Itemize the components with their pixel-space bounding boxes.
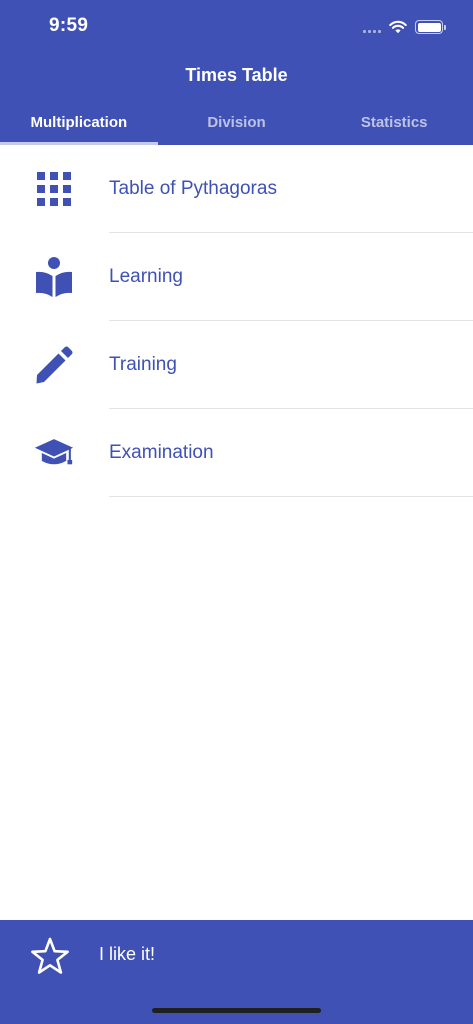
tab-division[interactable]: Division bbox=[158, 105, 316, 145]
star-outline-icon bbox=[31, 937, 69, 974]
reader-book-icon bbox=[34, 257, 74, 297]
menu-item-label: Training bbox=[109, 354, 177, 375]
divider bbox=[109, 496, 473, 497]
pencil-icon bbox=[34, 346, 74, 384]
menu-item-table-of-pythagoras[interactable]: Table of Pythagoras bbox=[0, 145, 473, 233]
tab-bar: Multiplication Division Statistics bbox=[0, 105, 473, 145]
tab-statistics[interactable]: Statistics bbox=[315, 105, 473, 145]
battery-icon bbox=[415, 20, 446, 34]
wifi-icon bbox=[389, 20, 407, 34]
status-icons bbox=[363, 17, 446, 37]
graduation-cap-icon bbox=[34, 435, 74, 471]
app-title: Times Table bbox=[185, 65, 288, 85]
like-it-label: I like it! bbox=[99, 944, 156, 964]
menu-item-label: Examination bbox=[109, 442, 214, 463]
menu-item-training[interactable]: Training bbox=[0, 321, 473, 409]
menu-item-learning[interactable]: Learning bbox=[0, 233, 473, 321]
status-bar: 9:59 bbox=[0, 0, 473, 54]
home-indicator[interactable] bbox=[152, 1008, 321, 1013]
menu-item-examination[interactable]: Examination bbox=[0, 409, 473, 497]
menu-list: Table of Pythagoras Learning Training Ex… bbox=[0, 145, 473, 497]
menu-item-label: Table of Pythagoras bbox=[109, 178, 277, 199]
status-time: 9:59 bbox=[49, 15, 89, 36]
app-bar: 9:59 Times Table Multiplication Division… bbox=[0, 0, 473, 145]
signal-icon bbox=[363, 21, 381, 33]
grid-icon bbox=[34, 171, 74, 207]
tab-multiplication[interactable]: Multiplication bbox=[0, 105, 158, 145]
menu-item-label: Learning bbox=[109, 266, 183, 287]
